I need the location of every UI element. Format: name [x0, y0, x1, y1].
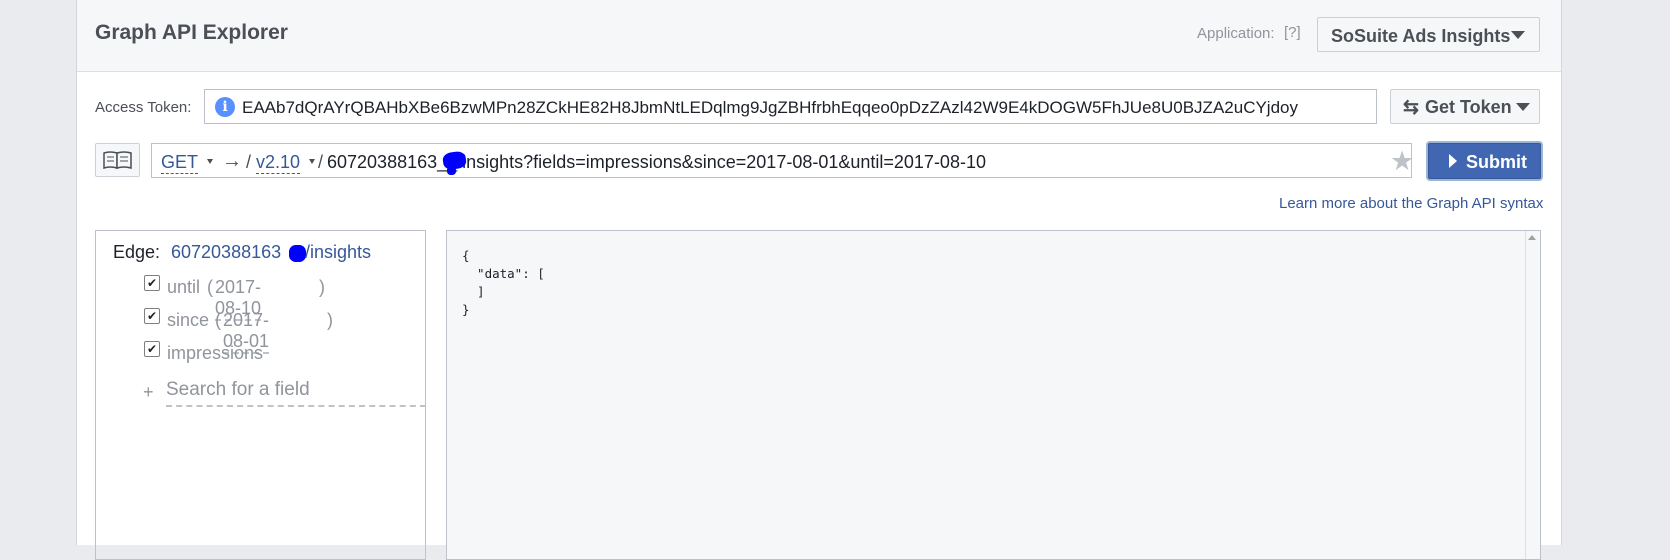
redaction-mark: [447, 166, 456, 175]
application-help-link[interactable]: [?]: [1284, 24, 1301, 41]
checkmark-icon: ✔: [146, 309, 158, 323]
book-icon: [103, 151, 132, 170]
edge-id-link[interactable]: 60720388163: [171, 242, 281, 263]
play-icon: [1449, 154, 1457, 168]
explorer-panel: Graph API Explorer Application: [?] SoSu…: [76, 0, 1562, 560]
field-name: since: [167, 310, 210, 330]
paren-close: ): [319, 277, 325, 297]
edge-path-link[interactable]: /insights: [305, 242, 371, 263]
field-checkbox-impressions[interactable]: ✔: [144, 341, 160, 357]
checkmark-icon: ✔: [146, 276, 158, 290]
chevron-down-icon: [207, 159, 213, 164]
paren-open: (: [207, 277, 213, 297]
response-json: { "data": [ ] }: [462, 248, 545, 317]
chevron-down-icon: [1516, 103, 1530, 111]
application-name: SoSuite Ads Insights: [1331, 26, 1511, 46]
field-checkbox-until[interactable]: ✔: [144, 275, 160, 291]
learn-more-link[interactable]: Learn more about the Graph API syntax: [1279, 195, 1543, 212]
redaction-mark: [289, 245, 306, 262]
info-icon[interactable]: i: [215, 97, 235, 117]
scrollbar[interactable]: [1525, 231, 1540, 559]
access-token-label: Access Token:: [95, 99, 192, 116]
method-select[interactable]: GET: [161, 152, 199, 174]
checkmark-icon: ✔: [146, 342, 158, 356]
application-select[interactable]: SoSuite Ads Insights: [1317, 17, 1540, 52]
swap-icon: ⇆: [1403, 97, 1419, 118]
page-title: Graph API Explorer: [95, 21, 288, 44]
scroll-up-icon[interactable]: [1528, 235, 1536, 240]
chevron-down-icon: [309, 159, 315, 164]
star-icon[interactable]: ★: [1390, 146, 1414, 177]
paren-close: ): [327, 310, 333, 330]
get-token-label: Get Token: [1425, 97, 1512, 117]
submit-button[interactable]: Submit: [1428, 143, 1541, 179]
get-token-button[interactable]: ⇆ Get Token: [1390, 89, 1540, 124]
add-field-icon[interactable]: +: [143, 382, 154, 403]
application-label: Application:: [1197, 25, 1275, 42]
paren-open: (: [215, 310, 221, 330]
field-explorer: Edge: 60720388163 /insights ✔ until ( 20…: [95, 230, 426, 560]
field-name: impressions: [167, 343, 264, 363]
field-checkbox-since[interactable]: ✔: [144, 308, 160, 324]
path-separator: /: [246, 152, 252, 172]
access-token-input[interactable]: i EAAb7dQrAYrQBAHbXBe6BzwMPn28ZCkHE82H8J…: [204, 89, 1377, 124]
field-search-placeholder: Search for a field: [166, 379, 310, 400]
path-separator: /: [318, 152, 324, 172]
field-search-input[interactable]: Search for a field: [166, 379, 426, 407]
request-url-bar: GET → / v2.10 / 60720388163__/insights?f…: [151, 143, 1414, 178]
edge-label: Edge:: [113, 242, 161, 262]
response-pane: { "data": [ ] }: [446, 230, 1541, 560]
submit-label: Submit: [1466, 152, 1527, 172]
arrow-icon: →: [222, 150, 242, 172]
documentation-button[interactable]: [95, 143, 140, 177]
access-token-value: EAAb7dQrAYrQBAHbXBe6BzwMPn28ZCkHE82H8Jbm…: [242, 98, 1298, 117]
field-name: until: [167, 277, 201, 297]
request-path-input[interactable]: 60720388163__/insights?fields=impression…: [327, 152, 986, 173]
chevron-down-icon: [1511, 31, 1525, 39]
header-bar: Graph API Explorer Application: [?] SoSu…: [77, 0, 1561, 72]
version-select[interactable]: v2.10: [256, 152, 301, 174]
